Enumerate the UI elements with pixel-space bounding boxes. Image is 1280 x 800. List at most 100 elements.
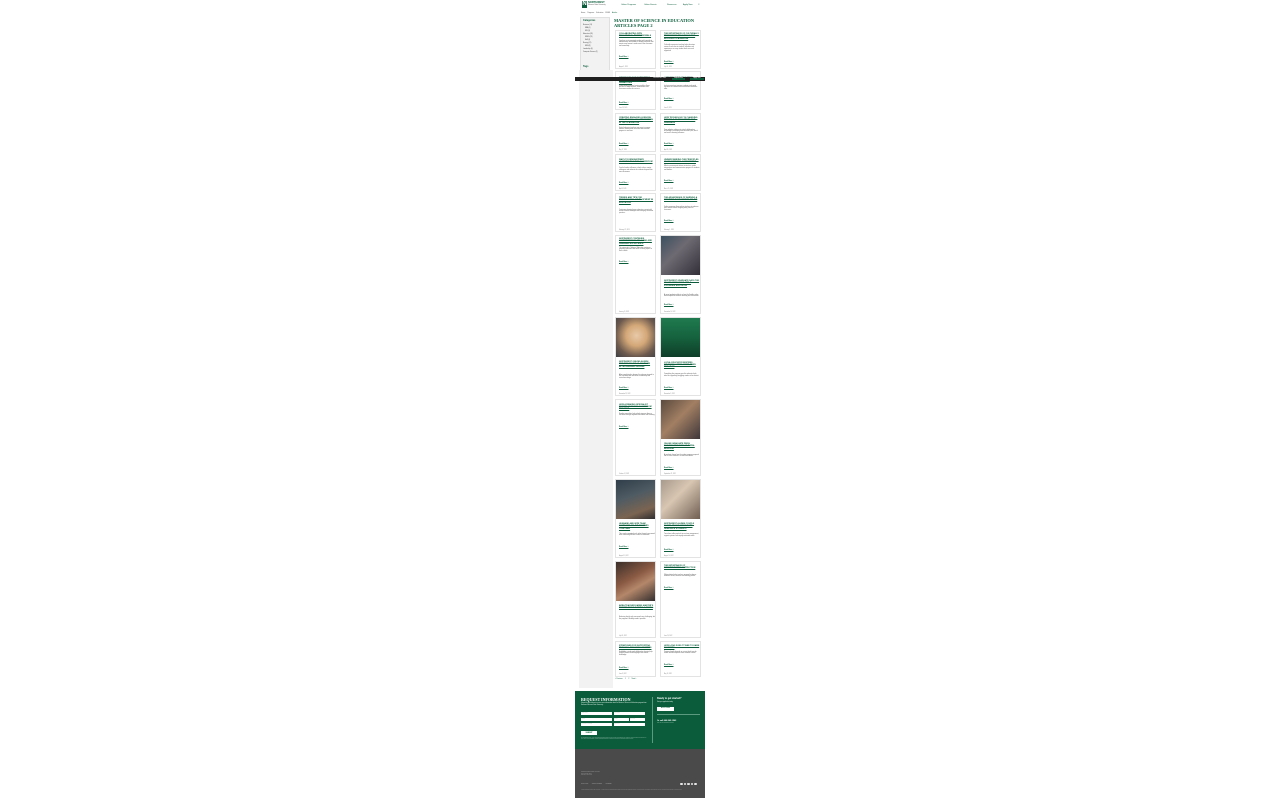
pagination-next[interactable]: Next »: [632, 679, 637, 680]
zip-code-field[interactable]: Zip Code: [629, 717, 645, 721]
facebook-icon[interactable]: f: [680, 782, 683, 786]
article-card[interactable]: Trends and Tips for Professional Develop…: [615, 193, 656, 232]
article-title[interactable]: Northwest Continues Commitment to Teachi…: [619, 238, 655, 245]
article-title[interactable]: How a Reading Specialist Degree Changes …: [619, 404, 655, 411]
read-more-link[interactable]: Read More »: [619, 668, 628, 670]
read-more-link[interactable]: Read More »: [664, 305, 673, 307]
article-card[interactable]: Area Teacher Earns Master's Degree While…: [615, 561, 656, 638]
article-card[interactable]: How Technology Is Changing the Role of E…: [660, 113, 701, 152]
article-photo[interactable]: [616, 480, 655, 519]
article-title[interactable]: Online Graduate Finds Success Teaching i…: [664, 443, 700, 450]
article-card[interactable]: The Advantages of Earning a Master's in …: [660, 193, 701, 232]
article-card[interactable]: Northwest Alumni Couple Share Advice for…: [660, 479, 701, 558]
sticky-phone[interactable]: Call 660-562-1562: [653, 78, 666, 80]
read-more-link[interactable]: Read More »: [619, 547, 628, 549]
nav-resources[interactable]: Resources: [667, 4, 677, 6]
sidebar-item-mis[interactable]: MIS (3): [585, 31, 590, 33]
sidebar-item-eds[interactable]: EdS (4): [585, 40, 590, 42]
linkedin-icon[interactable]: in: [690, 782, 694, 786]
article-photo[interactable]: [616, 318, 655, 357]
pagination-prev[interactable]: « Previous: [615, 679, 623, 680]
article-title[interactable]: Area Teacher Earns Master's Degree While…: [619, 605, 655, 610]
article-title[interactable]: Husband and Wife Team Complete Online De…: [619, 523, 655, 530]
article-card[interactable]: Local Educator Inspires Students After C…: [660, 317, 701, 396]
instagram-icon[interactable]: ◎: [687, 782, 690, 786]
read-more-link[interactable]: Read More »: [664, 550, 673, 552]
article-title[interactable]: How Technology Is Changing the Role of E…: [664, 117, 700, 124]
article-title[interactable]: Northwest Alumni Couple Share Advice for…: [664, 523, 700, 530]
sidebar-item-business[interactable]: Business (10): [583, 25, 592, 27]
logo-icon[interactable]: N: [582, 1, 587, 8]
read-more-link[interactable]: Read More »: [619, 427, 628, 429]
read-more-link[interactable]: Read More »: [664, 144, 673, 146]
last-name-field[interactable]: Last Name: [613, 712, 645, 716]
article-card[interactable]: Northwest Graduate Says the Online MSED …: [660, 235, 701, 314]
article-title[interactable]: The Importance of Culturally Responsive …: [664, 33, 700, 40]
privacy-policy-link[interactable]: Privacy Policy: [581, 784, 588, 785]
start-term-select[interactable]: Start Term: [613, 723, 645, 727]
read-more-link[interactable]: Read More »: [664, 181, 673, 183]
article-card[interactable]: How Long Does It Take to Earn an MSED? P…: [660, 641, 701, 677]
article-card[interactable]: The Importance of Differentiated Instruc…: [660, 561, 701, 638]
sticky-apply-button[interactable]: Apply Now: [690, 77, 704, 80]
article-title[interactable]: Creating Engaging Lessons With Technolog…: [619, 117, 655, 124]
sidebar-item-mba[interactable]: MBA (5): [585, 28, 590, 30]
read-more-link[interactable]: Read More »: [619, 262, 628, 264]
article-photo[interactable]: [661, 318, 700, 357]
email-field[interactable]: Email: [581, 717, 612, 721]
article-title[interactable]: Understanding the Principles of Educatio…: [664, 159, 700, 164]
article-title[interactable]: Strategies for Supporting English Langua…: [619, 645, 655, 650]
read-more-link[interactable]: Read More »: [664, 221, 673, 223]
search-icon[interactable]: ⌕: [698, 2, 701, 6]
apply-now-button[interactable]: APPLY NOW: [657, 707, 674, 711]
breadcrumb-education[interactable]: Education: [596, 13, 603, 14]
pagination-page-1[interactable]: 1: [625, 679, 626, 680]
article-card[interactable]: Northwest Online Alumni Returns to the C…: [615, 317, 656, 396]
article-card[interactable]: Strategies for Supporting English Langua…: [615, 641, 656, 677]
article-title[interactable]: How Long Does It Take to Earn an MSED?: [664, 645, 700, 650]
breadcrumb-home[interactable]: Home: [581, 13, 585, 14]
sidebar-item-computer-science[interactable]: Computer Science (3): [583, 52, 598, 54]
read-more-link[interactable]: Read More »: [664, 388, 673, 390]
article-photo[interactable]: [661, 400, 700, 439]
nav-online-programs[interactable]: Online Programs: [621, 4, 636, 6]
sidebar-item-nursing[interactable]: Nursing (12): [583, 43, 591, 45]
submit-button[interactable]: SUBMIT: [581, 731, 597, 735]
article-photo[interactable]: [661, 236, 700, 275]
article-photo[interactable]: [661, 480, 700, 519]
article-title[interactable]: Ways to Demonstrate Leadership in the Cl…: [619, 159, 655, 164]
article-title[interactable]: The Importance of Differentiated Instruc…: [664, 565, 700, 570]
read-more-link[interactable]: Read More »: [664, 468, 673, 470]
read-more-link[interactable]: Read More »: [664, 99, 673, 101]
sidebar-item-leadership[interactable]: Leadership (6): [583, 49, 593, 51]
breadcrumb-msed[interactable]: MSED: [605, 13, 610, 14]
article-title[interactable]: Trends and Tips for Professional Develop…: [619, 197, 655, 204]
program-select[interactable]: Program of Interest: [581, 723, 612, 727]
sticky-request-info-button[interactable]: Request Info: [672, 77, 685, 80]
nav-online-events[interactable]: Online Events: [644, 4, 656, 6]
read-more-link[interactable]: Read More »: [619, 57, 628, 59]
youtube-icon[interactable]: ▶: [694, 782, 697, 786]
article-card[interactable]: Online Graduate Finds Success Teaching i…: [660, 399, 701, 476]
article-card[interactable]: Ways to Demonstrate Leadership in the Cl…: [615, 154, 656, 191]
twitter-icon[interactable]: t: [683, 782, 687, 786]
accessibility-link[interactable]: Accessibility: [605, 784, 611, 785]
sidebar-item-msed[interactable]: MSED (18): [585, 37, 592, 39]
article-card[interactable]: How a Reading Specialist Degree Changes …: [615, 399, 656, 476]
terms-link[interactable]: Terms & Conditions: [592, 784, 602, 785]
read-more-link[interactable]: Read More »: [664, 588, 673, 590]
article-title[interactable]: Northwest Online Alumni Returns to the C…: [619, 361, 655, 368]
call-phone[interactable]: Or call 660-562-1562: [657, 720, 676, 722]
article-title[interactable]: Collaborating with Educational Professio…: [619, 33, 655, 38]
article-title[interactable]: Local Educator Inspires Students After C…: [664, 362, 700, 369]
phone-field[interactable]: Phone: [613, 717, 629, 721]
read-more-link[interactable]: Read More »: [664, 62, 673, 64]
sidebar-item-msn[interactable]: MSN (8): [585, 46, 591, 48]
read-more-link[interactable]: Read More »: [619, 144, 628, 146]
read-more-link[interactable]: Read More »: [619, 388, 628, 390]
read-more-link[interactable]: Read More »: [664, 665, 673, 667]
article-card[interactable]: Northwest Continues Commitment to Teachi…: [615, 235, 656, 314]
article-card[interactable]: Understanding the Principles of Educatio…: [660, 154, 701, 191]
article-photo[interactable]: [616, 562, 655, 601]
article-card[interactable]: Creating Engaging Lessons With Technolog…: [615, 113, 656, 152]
